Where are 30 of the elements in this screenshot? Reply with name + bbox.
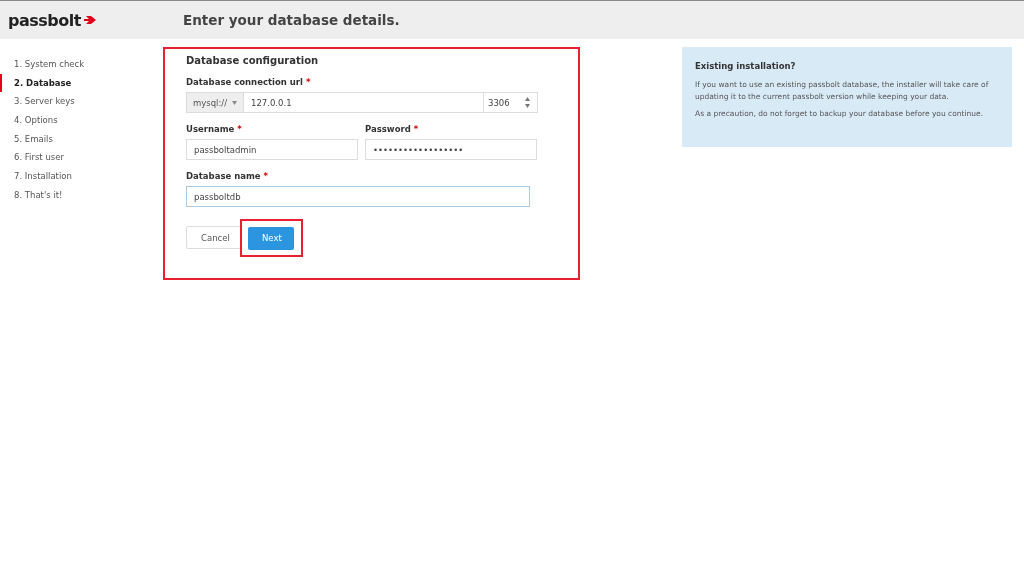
page-title: Enter your database details. (183, 12, 400, 28)
step-item[interactable]: 1. System check (0, 55, 163, 74)
port-field[interactable]: 3306 (484, 92, 538, 113)
field-label: Password (365, 124, 411, 134)
caret-icon (232, 100, 238, 105)
form-title: Database configuration (186, 55, 320, 66)
step-item[interactable]: 6. First user (0, 148, 163, 168)
step-item[interactable]: 7. Installation (0, 167, 163, 186)
step-item[interactable]: 4. Options (0, 111, 163, 130)
required-mark: * (305, 77, 311, 87)
username-field[interactable]: passboltadmin (186, 139, 358, 160)
field-label: Database connection url (186, 77, 303, 87)
step-item[interactable]: 5. Emails (0, 129, 163, 149)
host-field[interactable]: 127.0.0.1 (244, 92, 484, 113)
database-name-field[interactable]: passboltdb (186, 186, 530, 207)
step-item[interactable]: 8. That's it! (0, 185, 163, 205)
logo-icon (82, 14, 97, 26)
step-item[interactable]: 2. Database (0, 73, 163, 93)
spinner-icon[interactable] (525, 97, 530, 108)
step-item[interactable]: 3. Server keys (0, 92, 163, 112)
field-label: Username (186, 124, 235, 134)
logo: passbolt (8, 10, 81, 30)
required-mark: * (413, 124, 419, 134)
cancel-button[interactable]: Cancel (186, 226, 241, 250)
scheme-dropdown[interactable]: mysql:// (186, 92, 244, 113)
required-mark: * (263, 171, 269, 181)
field-label: Database name (186, 171, 261, 181)
required-mark: * (237, 124, 242, 134)
password-field[interactable]: •••••••••••••••••• (365, 139, 537, 160)
info-title: Existing installation? (695, 61, 797, 71)
